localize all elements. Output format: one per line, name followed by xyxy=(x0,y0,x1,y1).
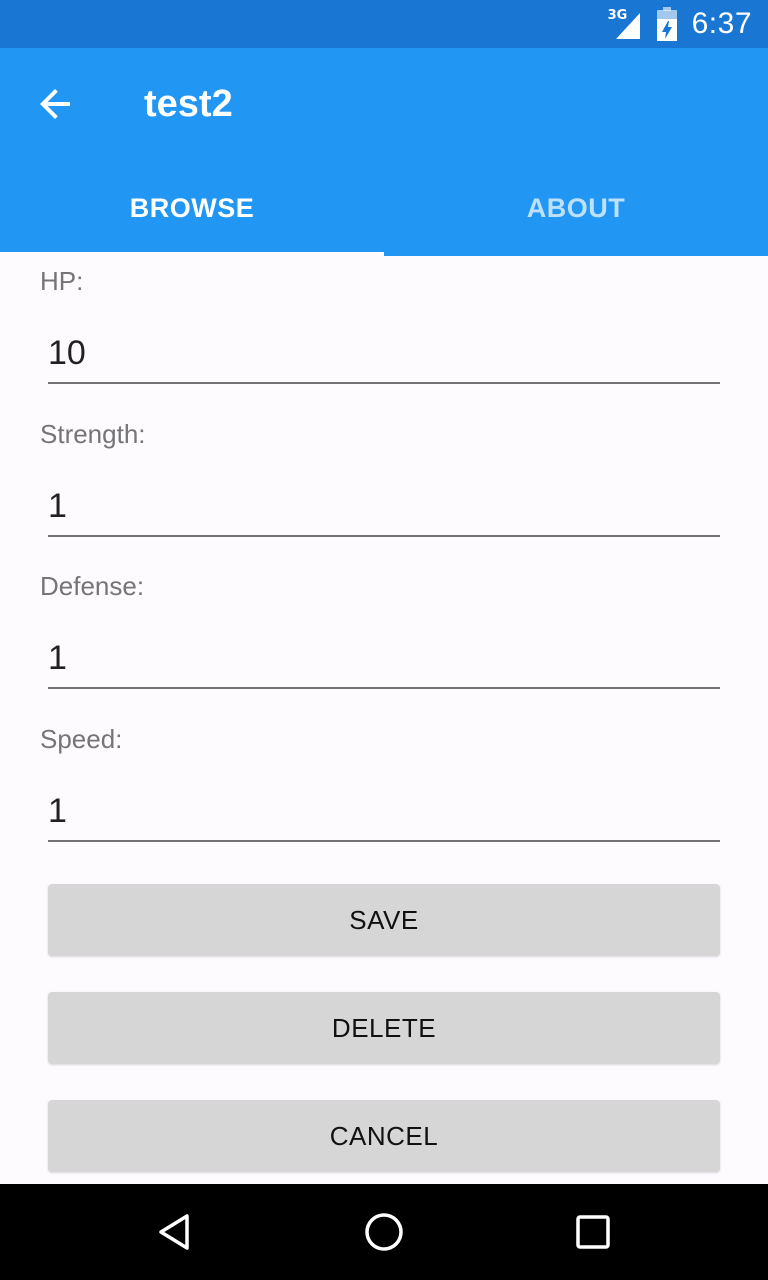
app-bar: test2 xyxy=(0,48,768,160)
back-button[interactable] xyxy=(24,76,88,132)
circle-home-icon xyxy=(365,1213,403,1251)
defense-label: Defense: xyxy=(40,571,145,601)
nav-home-button[interactable] xyxy=(352,1200,416,1264)
speed-input[interactable] xyxy=(48,782,720,842)
system-nav-bar xyxy=(0,1184,768,1280)
nav-recents-button[interactable] xyxy=(561,1200,625,1264)
hp-input[interactable] xyxy=(48,324,720,384)
page-title: test2 xyxy=(144,83,233,125)
arrow-left-icon xyxy=(40,89,70,119)
square-recents-icon xyxy=(576,1215,611,1249)
battery-charging-icon xyxy=(656,7,678,41)
clock: 6:37 xyxy=(691,7,752,40)
triangle-back-icon xyxy=(158,1214,189,1250)
tab-bar: BROWSE ABOUT xyxy=(0,160,768,256)
nav-back-button[interactable] xyxy=(143,1200,207,1264)
status-icons: 3G 6:37 xyxy=(608,7,752,41)
cell-signal-icon: 3G xyxy=(608,7,642,41)
delete-button[interactable]: DELETE xyxy=(48,992,720,1064)
status-bar: 3G 6:37 xyxy=(0,0,768,48)
hp-label: HP: xyxy=(40,266,84,296)
strength-label: Strength: xyxy=(40,419,146,449)
save-button[interactable]: SAVE xyxy=(48,884,720,956)
cancel-button[interactable]: CANCEL xyxy=(48,1100,720,1172)
tab-about[interactable]: ABOUT xyxy=(384,160,768,256)
speed-label: Speed: xyxy=(40,724,123,754)
tab-browse[interactable]: BROWSE xyxy=(0,160,384,256)
strength-input[interactable] xyxy=(48,477,720,537)
defense-input[interactable] xyxy=(48,629,720,689)
